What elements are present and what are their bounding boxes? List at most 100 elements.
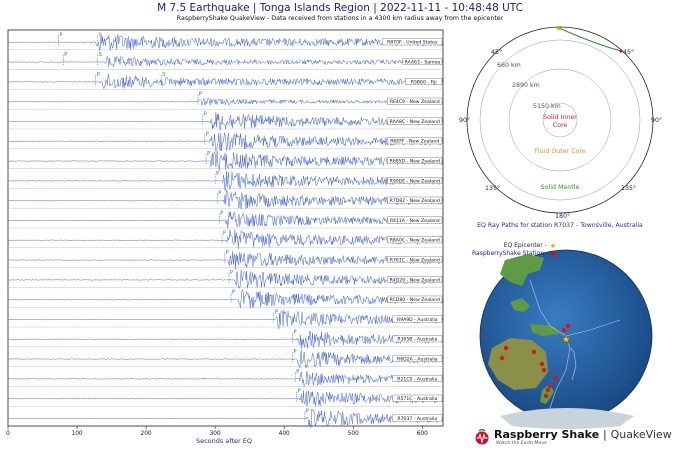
station-label: R8A0C - New Zealand xyxy=(390,238,440,244)
legend-epicenter-label: EQ Epicenter - xyxy=(503,242,547,249)
seismogram-trace xyxy=(7,310,443,329)
p-arrival-label: P xyxy=(218,191,221,197)
p-arrival-label: P xyxy=(199,92,202,98)
station-marker xyxy=(543,393,549,399)
p-arrival-label: P xyxy=(204,112,207,118)
station-globe-map: ★ xyxy=(479,249,653,429)
mantle-label: Solid Mantle xyxy=(541,184,580,191)
epicenter-star-icon: ★ xyxy=(555,24,562,33)
ray-path-diagram: ★ 45° 45° 90° 90° 135° 135° 180° 660 km … xyxy=(459,24,662,220)
p-arrival-label: P xyxy=(232,290,235,296)
legend-station: RaspberryShake Station - xyxy=(472,250,557,258)
station-label: R6EFF - New Zealand xyxy=(390,139,439,145)
p-arrival-label: P xyxy=(220,211,223,217)
x-axis-label: Seconds after EQ xyxy=(195,437,253,445)
p-arrival-label: P xyxy=(206,131,209,137)
seismogram-trace xyxy=(7,408,443,429)
p-arrival-label: P xyxy=(223,230,226,236)
station-label: R4D20 - New Zealand xyxy=(390,277,440,283)
brand-wordmark: Raspberry Shake | QuakeView xyxy=(494,428,672,441)
brand-separator: | xyxy=(603,428,607,441)
p-arrival-label: P xyxy=(306,409,309,415)
ray-path xyxy=(558,27,622,52)
legend-epicenter: EQ Epicenter - ★ xyxy=(472,242,556,250)
station-label: R571C - Australia xyxy=(397,396,437,402)
station-label: R6D2A - Australia xyxy=(397,356,438,362)
ray-path-caption: EQ Ray Paths for station R7037 - Townsvi… xyxy=(477,222,643,229)
station-label: R21C0 - Australia xyxy=(397,376,437,382)
epicenter-star-icon: ★ xyxy=(561,333,571,346)
seismogram-trace xyxy=(7,390,443,407)
station-label: R761C - New Zealand xyxy=(390,257,440,263)
legend-station-label: RaspberryShake Station - xyxy=(472,250,549,257)
angle-label-90-left: 90° xyxy=(459,116,470,124)
station-label: RAA8C - New Zealand xyxy=(390,119,440,125)
station-marker xyxy=(531,349,537,355)
angle-label-45-right: 45° xyxy=(623,48,634,56)
seismogram-trace xyxy=(7,371,443,388)
p-arrival-label: P xyxy=(296,369,299,375)
raspberry-shake-logo-icon xyxy=(475,428,489,445)
p-arrival-label: P xyxy=(226,250,229,256)
p-arrival-label: P xyxy=(298,389,301,395)
seismogram-trace xyxy=(7,289,443,309)
angle-label-180: 180° xyxy=(555,212,570,220)
brand-footer: Raspberry Shake | QuakeView Watch the Ea… xyxy=(474,428,672,446)
seismogram-trace xyxy=(7,349,443,369)
station-marker xyxy=(561,327,567,333)
station-marker xyxy=(539,361,545,367)
station-label: R365B - Australia xyxy=(397,337,437,343)
p-arrival-label: P xyxy=(275,310,278,316)
brand-product: QuakeView xyxy=(610,428,672,441)
land-antarctica xyxy=(500,408,634,429)
station-label: RCD80 - New Zealand xyxy=(390,297,440,303)
p-arrival-label: P xyxy=(207,151,210,157)
brand-tagline: Watch the Earth Move xyxy=(496,441,547,446)
station-label: RE4C9 - New Zealand xyxy=(390,99,440,105)
s-arrival-label: S xyxy=(162,72,165,78)
s-arrival-label: S xyxy=(99,52,102,58)
seismogram-trace xyxy=(7,330,443,349)
station-label: R7037 - Australia xyxy=(397,416,437,422)
station-marker xyxy=(499,355,505,361)
seismogram-trace xyxy=(7,34,443,51)
seismogram-trace xyxy=(7,112,443,131)
station-marker xyxy=(547,383,553,389)
inner-core-label: Solid Inner xyxy=(543,114,577,121)
brand-name: Raspberry Shake xyxy=(494,428,600,441)
p-arrival-label: P xyxy=(293,349,296,355)
station-label: R411A - New Zealand xyxy=(390,218,440,224)
seismogram-trace xyxy=(7,97,443,106)
outer-core-label: Fluid Outer Core xyxy=(534,148,586,155)
s-arrival-label: S xyxy=(99,32,102,38)
angle-label-45-left: 45° xyxy=(491,48,502,56)
map-legend: EQ Epicenter - ★ RaspberryShake Station … xyxy=(472,242,557,258)
p-arrival-label: P xyxy=(97,72,100,78)
station-label: RAA63 - Samoa xyxy=(405,59,441,65)
station-marker xyxy=(503,345,509,351)
seismogram-trace xyxy=(7,56,443,68)
p-arrival-label: P xyxy=(216,171,219,177)
station-label: R5B60 - Fiji xyxy=(411,79,437,85)
station-marker xyxy=(553,375,559,381)
station-label: R9A9D - Australia xyxy=(397,317,438,323)
depth-label-2890: 2890 km xyxy=(512,82,540,89)
station-label: R685D - New Zealand xyxy=(390,158,440,164)
seismogram-trace xyxy=(7,190,443,210)
depth-label-660: 660 km xyxy=(497,62,521,69)
angle-label-135-left: 135° xyxy=(485,184,500,192)
depth-label-5150: 5150 km xyxy=(533,103,561,110)
station-marker xyxy=(541,367,547,373)
station-label: R99DE - New Zealand xyxy=(390,178,440,184)
seismogram-trace xyxy=(7,73,443,90)
station-label: R7D82 - New Zealand xyxy=(390,198,440,204)
station-marker xyxy=(545,387,551,393)
station-label: R870F - United States xyxy=(387,40,438,46)
station-marker xyxy=(565,323,571,329)
angle-label-90-right: 90° xyxy=(651,116,662,124)
angle-label-135-right: 135° xyxy=(621,184,636,192)
p-arrival-label: P xyxy=(293,329,296,335)
seismogram-trace xyxy=(7,171,443,192)
seismogram-trace xyxy=(7,151,443,171)
epicenter-star-icon: ★ xyxy=(549,241,557,250)
